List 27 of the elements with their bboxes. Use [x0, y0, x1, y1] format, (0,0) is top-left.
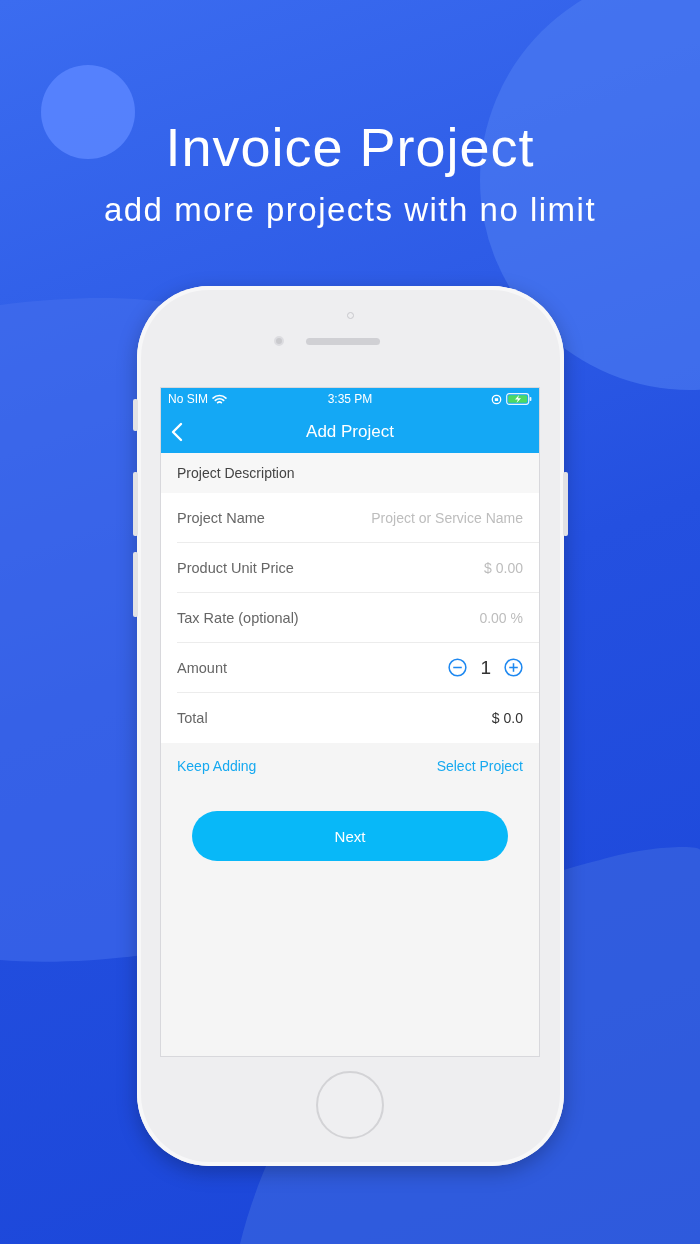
- decrement-button[interactable]: [448, 658, 468, 677]
- field-label: Product Unit Price: [177, 559, 294, 576]
- screen-title: Add Project: [306, 421, 394, 442]
- field-label: Tax Rate (optional): [177, 609, 299, 626]
- increment-button[interactable]: [504, 658, 523, 677]
- next-button[interactable]: Next: [192, 811, 508, 861]
- input-field[interactable]: 0.00 %: [343, 609, 523, 626]
- status-time: 3:35 PM: [327, 392, 373, 406]
- field-label: Amount: [177, 659, 227, 676]
- rotation-lock-icon: [491, 393, 502, 405]
- back-icon[interactable]: [171, 422, 183, 442]
- text-link[interactable]: Keep Adding: [177, 758, 257, 774]
- field-label: Project Name: [177, 509, 265, 526]
- plus-icon: [504, 658, 523, 677]
- quantity-value: 1: [480, 656, 491, 679]
- text-link[interactable]: Select Project: [436, 758, 523, 774]
- input-field[interactable]: $ 0.00: [343, 559, 523, 576]
- hero-subtitle: add more projects with no limit: [103, 190, 597, 230]
- battery-icon: [506, 393, 532, 405]
- field-label: Total: [177, 710, 208, 726]
- wifi-icon: [212, 393, 227, 405]
- minus-icon: [448, 658, 468, 677]
- total-value: $ 0.0: [491, 710, 523, 726]
- hero-title: Invoice Project: [165, 116, 535, 179]
- carrier-text: No SIM: [168, 392, 208, 406]
- camera-lens: [274, 336, 284, 346]
- input-field[interactable]: Project or Service Name: [343, 509, 523, 526]
